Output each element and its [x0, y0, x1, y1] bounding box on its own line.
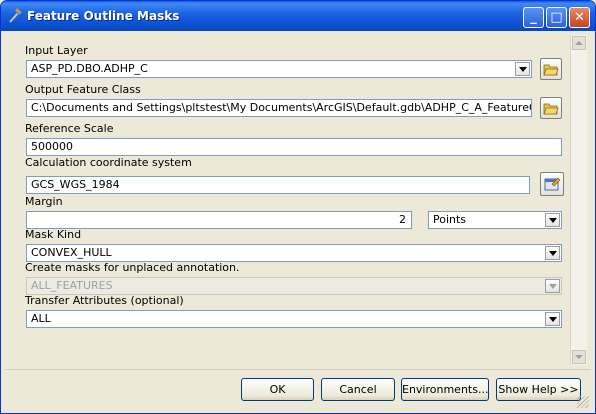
- output-feature-class-label: Output Feature Class: [25, 83, 141, 96]
- dialog-window: Feature Outline Masks _ □ ✕ Input Layer …: [0, 0, 596, 414]
- coordinate-system-properties-button[interactable]: [540, 172, 564, 196]
- margin-unit-value: Points: [433, 213, 467, 226]
- dialog-content: Input Layer ASP_PD.DBO.ADHP_C Output Fea…: [5, 31, 591, 367]
- chevron-down-icon[interactable]: [515, 62, 530, 76]
- environments-button[interactable]: Environments...: [401, 378, 489, 401]
- margin-input[interactable]: 2: [26, 211, 412, 229]
- coordinate-system-input[interactable]: GCS_WGS_1984: [26, 176, 530, 194]
- button-bar: OK Cancel Environments... Show Help >>: [5, 369, 591, 410]
- vertical-scrollbar[interactable]: [570, 35, 587, 365]
- margin-unit-select[interactable]: Points: [428, 211, 562, 229]
- open-folder-icon: [543, 103, 559, 115]
- input-layer-value: ASP_PD.DBO.ADHP_C: [31, 62, 148, 75]
- chevron-down-icon: [545, 279, 560, 293]
- transfer-attributes-select[interactable]: ALL: [26, 310, 562, 328]
- cancel-button[interactable]: Cancel: [321, 378, 395, 401]
- reference-scale-label: Reference Scale: [25, 122, 114, 135]
- scroll-down-icon[interactable]: [572, 350, 586, 364]
- output-feature-class-browse-button[interactable]: [540, 97, 562, 119]
- input-layer-label: Input Layer: [25, 44, 88, 57]
- mask-kind-label: Mask Kind: [25, 228, 82, 241]
- mask-kind-select[interactable]: CONVEX_HULL: [26, 244, 562, 262]
- unplaced-annotation-select: ALL_FEATURES: [26, 277, 562, 295]
- show-help-button[interactable]: Show Help >>: [496, 378, 581, 401]
- transfer-attributes-value: ALL: [31, 312, 51, 325]
- maximize-icon: □: [550, 10, 563, 25]
- output-feature-class-input[interactable]: C:\Documents and Settings\pltstest\My Do…: [26, 99, 532, 117]
- transfer-attributes-label: Transfer Attributes (optional): [25, 294, 184, 307]
- tool-hammer-icon: [7, 7, 23, 24]
- close-button[interactable]: ✕: [569, 7, 590, 28]
- scroll-up-icon[interactable]: [572, 36, 586, 50]
- minimize-button[interactable]: _: [523, 7, 544, 28]
- unplaced-annotation-label: Create masks for unplaced annotation.: [25, 261, 240, 274]
- close-icon: ✕: [574, 10, 585, 25]
- reference-scale-input[interactable]: 500000: [26, 138, 562, 156]
- margin-label: Margin: [25, 195, 63, 208]
- properties-icon: [544, 177, 561, 191]
- chevron-down-icon[interactable]: [545, 312, 560, 326]
- minimize-icon: _: [530, 10, 537, 25]
- maximize-button[interactable]: □: [546, 7, 567, 28]
- output-feature-class-value: C:\Documents and Settings\pltstest\My Do…: [31, 101, 532, 114]
- chevron-down-icon[interactable]: [545, 246, 560, 260]
- ok-button[interactable]: OK: [241, 378, 314, 401]
- margin-value: 2: [399, 213, 406, 226]
- coordinate-system-label: Calculation coordinate system: [25, 156, 192, 169]
- resize-grip-icon[interactable]: [577, 396, 589, 408]
- open-folder-icon: [543, 64, 559, 76]
- mask-kind-value: CONVEX_HULL: [31, 246, 112, 259]
- input-layer-browse-button[interactable]: [540, 58, 562, 80]
- input-layer-select[interactable]: ASP_PD.DBO.ADHP_C: [26, 60, 532, 78]
- window-title: Feature Outline Masks: [27, 9, 180, 23]
- unplaced-annotation-value: ALL_FEATURES: [31, 279, 113, 292]
- parameters-panel: Input Layer ASP_PD.DBO.ADHP_C Output Fea…: [9, 35, 581, 365]
- title-bar[interactable]: Feature Outline Masks _ □ ✕: [1, 1, 595, 31]
- chevron-down-icon[interactable]: [545, 213, 560, 227]
- coordinate-system-value: GCS_WGS_1984: [31, 178, 120, 191]
- reference-scale-value: 500000: [31, 140, 73, 153]
